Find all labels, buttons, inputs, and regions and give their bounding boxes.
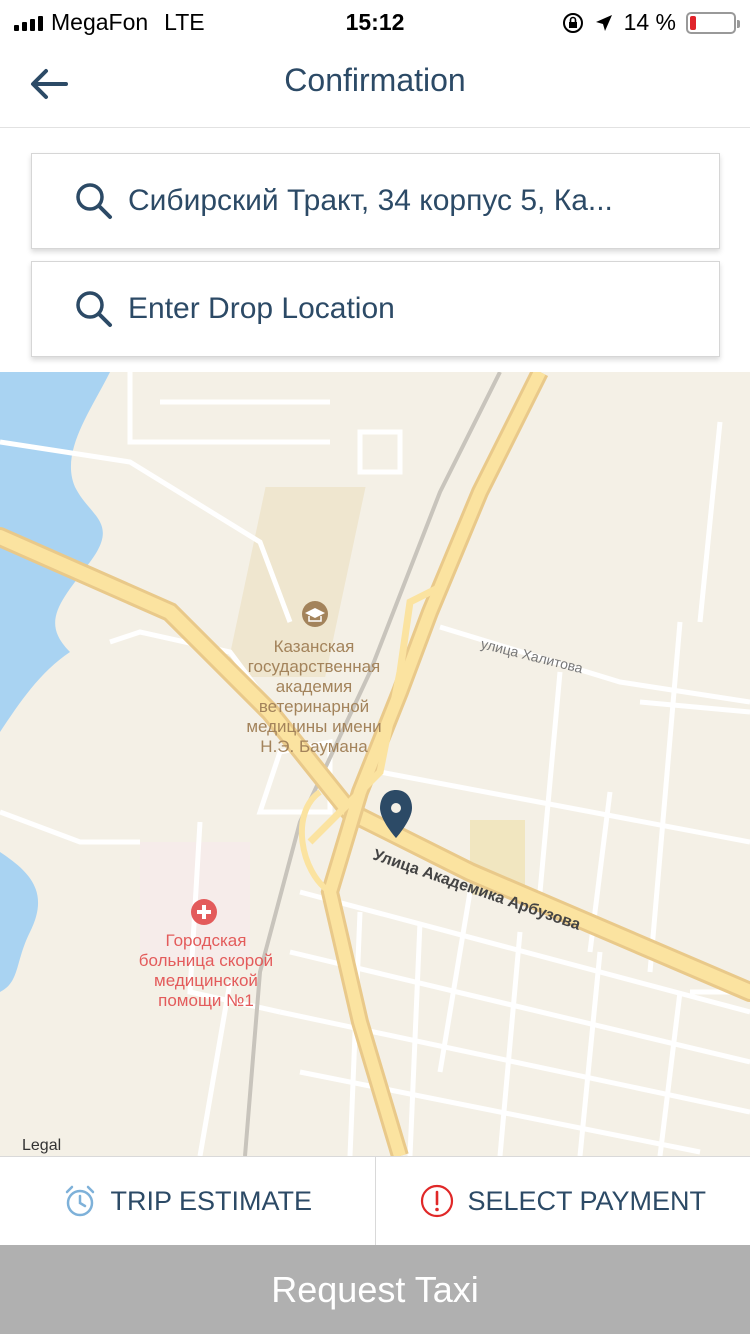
trip-estimate-button[interactable]: TRIP ESTIMATE: [0, 1157, 375, 1245]
hospital-label-line: Городская: [166, 931, 247, 950]
page-title: Confirmation: [284, 62, 466, 98]
academy-label-line: медицины имени: [246, 717, 381, 736]
pickup-location-field[interactable]: Сибирский Тракт, 34 корпус 5, Ка...: [31, 153, 720, 249]
pickup-location-text: Сибирский Тракт, 34 корпус 5, Ка...: [128, 184, 613, 217]
search-icon: [76, 183, 112, 219]
map-legal-link[interactable]: Legal: [22, 1137, 61, 1155]
battery-icon: [686, 11, 740, 34]
academy-label-line: ветеринарной: [259, 697, 369, 716]
map-view[interactable]: Казанская государственная академия ветер…: [0, 372, 750, 1156]
select-payment-button[interactable]: SELECT PAYMENT: [374, 1157, 750, 1245]
alert-circle-icon: [421, 1184, 454, 1218]
academy-poi-icon: [302, 601, 328, 627]
academy-label-line: академия: [276, 677, 352, 696]
academy-label-line: Н.Э. Баумана: [260, 737, 368, 756]
navigation-bar: Confirmation: [0, 40, 750, 128]
action-bar: TRIP ESTIMATE SELECT PAYMENT: [0, 1156, 750, 1245]
academy-label-line: государственная: [248, 657, 381, 676]
battery-percent: 14 %: [623, 9, 676, 35]
hospital-label-line: больница скорой: [139, 951, 273, 970]
request-taxi-button[interactable]: Request Taxi: [0, 1245, 750, 1334]
drop-location-placeholder: Enter Drop Location: [128, 292, 395, 325]
search-icon: [76, 291, 112, 327]
academy-label-line: Казанская: [274, 637, 355, 656]
orientation-lock-icon: [562, 12, 583, 33]
street-label-halitova: улица Халитова: [479, 635, 585, 676]
status-bar-right: 14 %: [562, 9, 740, 36]
alarm-clock-icon: [66, 1185, 95, 1217]
location-arrow-icon: [595, 14, 612, 31]
status-bar: MegaFon LTE 15:12 14 %: [0, 0, 750, 40]
select-payment-label: SELECT PAYMENT: [467, 1185, 707, 1216]
drop-location-field[interactable]: Enter Drop Location: [31, 261, 720, 357]
trip-estimate-label: TRIP ESTIMATE: [110, 1185, 313, 1216]
major-roads: [0, 372, 750, 1156]
hospital-label-line: медицинской: [154, 971, 258, 990]
hospital-label-line: помощи №1: [158, 991, 254, 1010]
river-lower: [0, 852, 39, 992]
hospital-poi-icon: [191, 899, 217, 925]
map-canvas: Казанская государственная академия ветер…: [0, 372, 750, 1156]
